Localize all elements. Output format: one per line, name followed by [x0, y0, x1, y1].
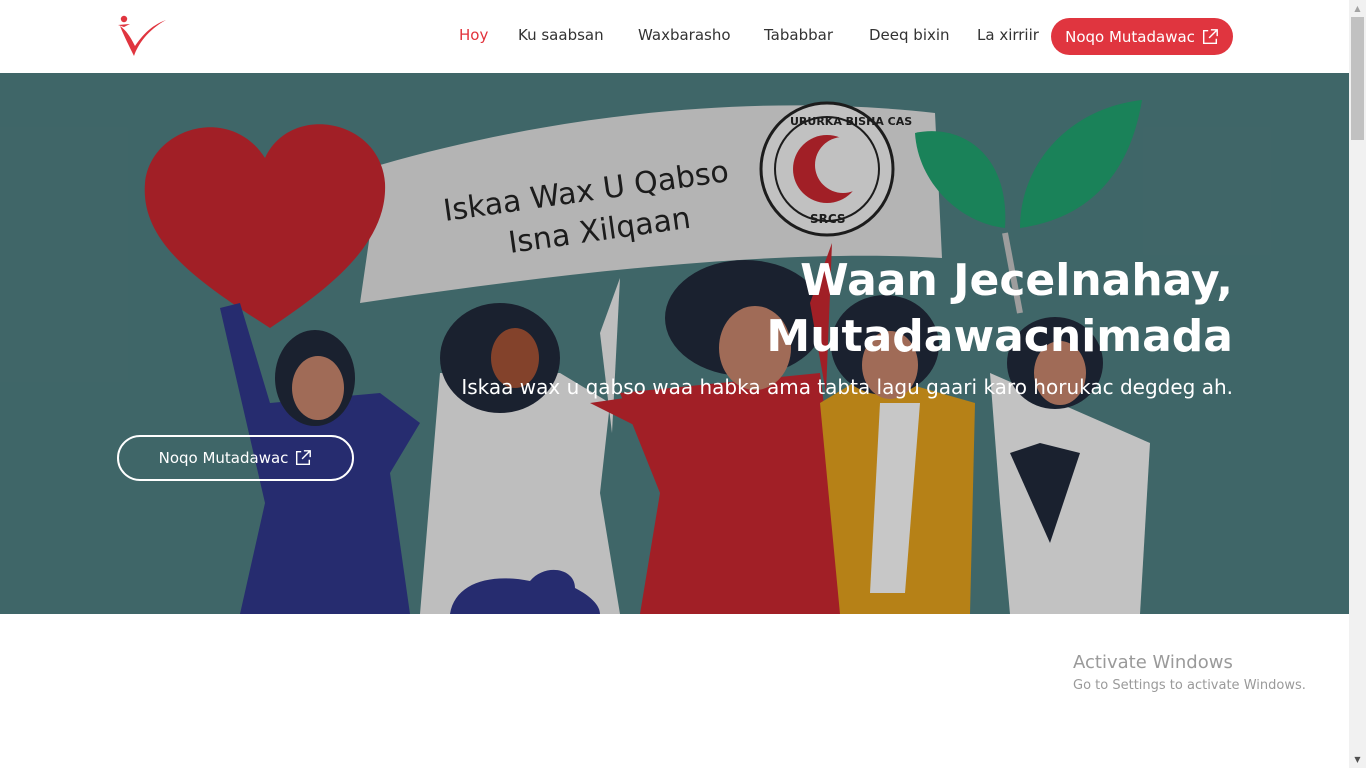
nav-link-tababbar[interactable]: Tababbar [764, 26, 833, 44]
hero-volunteer-button-label: Noqo Mutadawac [158, 449, 289, 467]
external-link-icon [1202, 28, 1218, 44]
hero-section: Iskaa Wax U Qabso Isna Xilqaan URURKA BI… [0, 73, 1349, 614]
scrollbar-thumb[interactable] [1351, 17, 1364, 140]
hero-title-line2: Mutadawacnimada [766, 311, 1233, 362]
nav-link-deeq-bixin[interactable]: Deeq bixin [869, 26, 950, 44]
nav-link-hoy[interactable]: Hoy [459, 26, 488, 44]
hero-title: Waan Jecelnahay, Mutadawacnimada [533, 253, 1233, 365]
external-link-icon [296, 450, 312, 466]
activate-windows-watermark: Activate Windows Go to Settings to activ… [1073, 652, 1306, 696]
hero-volunteer-button[interactable]: Noqo Mutadawac [117, 435, 354, 481]
nav-link-la-xirriir[interactable]: La xirriir [977, 26, 1039, 44]
nav-link-ku-saabsan[interactable]: Ku saabsan [518, 26, 604, 44]
watermark-title: Activate Windows [1073, 652, 1233, 673]
scroll-down-arrow-icon[interactable]: ▼ [1349, 751, 1366, 768]
page-scrollbar[interactable]: ▲ ▼ [1349, 0, 1366, 768]
hero-title-line1: Waan Jecelnahay, [800, 255, 1233, 306]
nav-link-waxbarasho[interactable]: Waxbarasho [638, 26, 731, 44]
hero-subtitle: Iskaa wax u qabso waa habka ama tabta la… [461, 375, 1233, 399]
header-volunteer-button[interactable]: Noqo Mutadawac [1051, 18, 1233, 55]
page: Hoy Ku saabsan Waxbarasho Tababbar Deeq … [0, 0, 1366, 768]
watermark-subtitle: Go to Settings to activate Windows. [1073, 678, 1306, 693]
site-header: Hoy Ku saabsan Waxbarasho Tababbar Deeq … [0, 0, 1349, 73]
scroll-up-arrow-icon[interactable]: ▲ [1349, 0, 1366, 17]
header-volunteer-button-label: Noqo Mutadawac [1065, 27, 1195, 46]
